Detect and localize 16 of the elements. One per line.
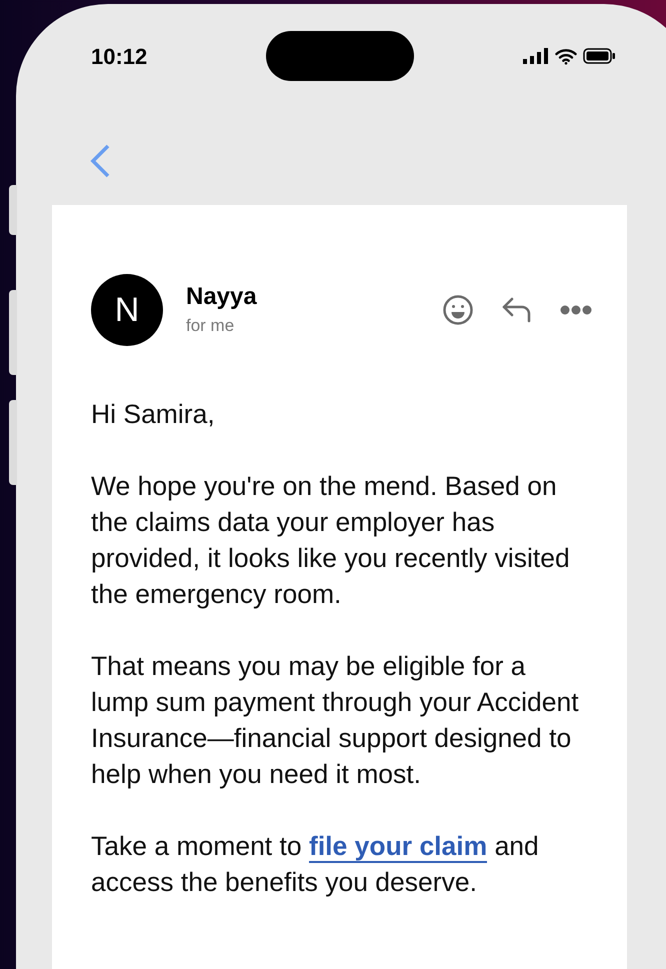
body-paragraph: That means you may be eligible for a lump sum payment through your Accident Insurance—financial support designed to help when you need it most. [91,650,580,791]
reply-icon[interactable] [502,297,532,323]
more-icon[interactable] [560,305,592,315]
claim-link[interactable]: file your claim [309,831,488,863]
sender-name: Nayya [186,282,257,312]
status-time: 10:12 [91,42,148,70]
sender-avatar: N [91,274,163,346]
body-paragraph: Take a moment to file your claim and access the benefits you deserve. [91,830,540,899]
emoji-icon[interactable] [442,294,474,326]
greeting-text: Hi Samira, [91,398,216,431]
body-paragraph: We hope you're on the mend. Based on the claims data your employer has provided, it looks like you recently visited the emergency room. [91,470,571,611]
recipient-label: for me [186,315,236,337]
wifi-icon [555,48,577,64]
back-icon [90,144,110,178]
battery-icon [583,48,616,64]
signal-icon [523,48,549,64]
